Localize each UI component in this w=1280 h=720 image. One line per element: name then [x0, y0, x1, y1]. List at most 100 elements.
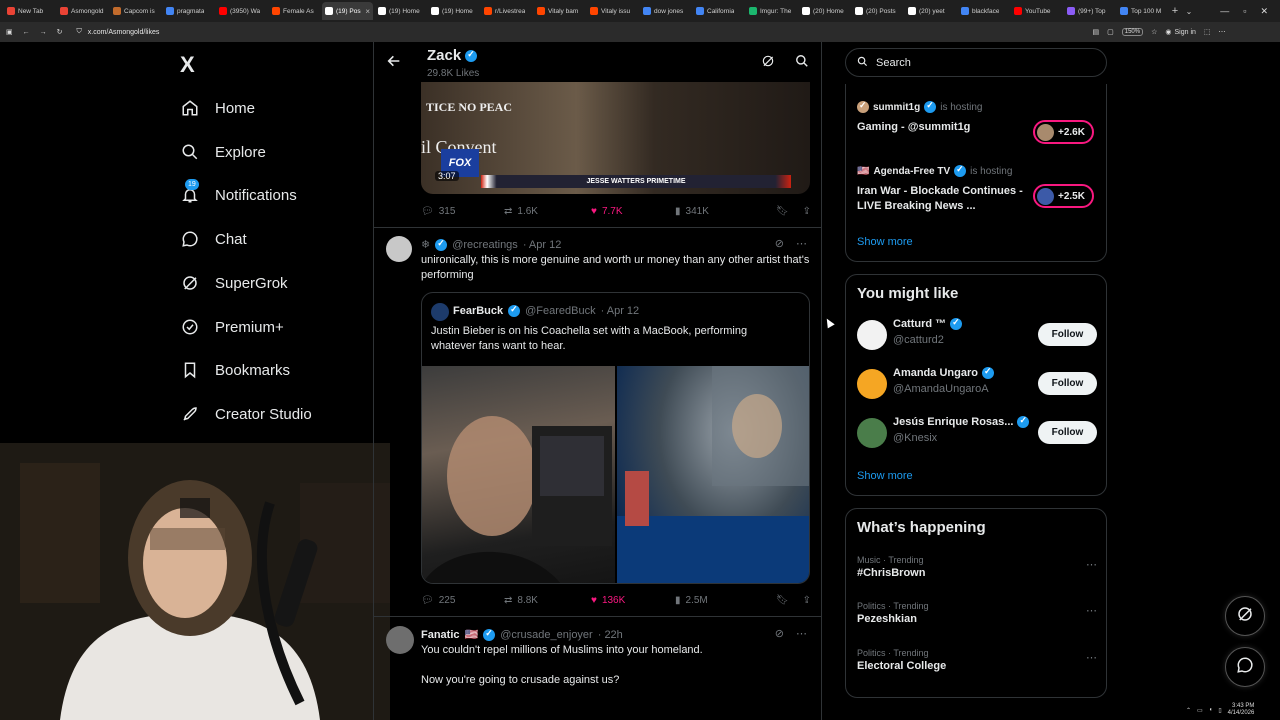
quote-image-2[interactable]: [617, 366, 809, 583]
maximize-icon[interactable]: ▫: [1243, 6, 1246, 17]
quote-image-1[interactable]: [422, 366, 615, 583]
more-icon[interactable]: ⋯: [1086, 651, 1097, 664]
grok-icon[interactable]: [761, 54, 775, 73]
sign-in-button[interactable]: ◉ Sign in: [1165, 28, 1196, 37]
follow-suggestion[interactable]: Amanda Ungaro @AmandaUngaroA Follow: [857, 365, 1097, 405]
sidebar-item-creator-studio[interactable]: Creator Studio: [180, 399, 312, 429]
grok-fab-button[interactable]: [1225, 596, 1265, 636]
search-input[interactable]: Search: [845, 48, 1107, 77]
space-listeners[interactable]: +2.5K: [1033, 184, 1094, 208]
forward-icon[interactable]: →: [40, 29, 47, 36]
more-icon[interactable]: ⋯: [1219, 28, 1226, 36]
messages-fab-button[interactable]: [1225, 647, 1265, 687]
browser-tab[interactable]: (20) Home: [799, 2, 850, 20]
battery-icon[interactable]: ▯: [1218, 707, 1221, 714]
browser-tab[interactable]: (19) Pos ×: [322, 2, 373, 20]
close-tab-icon[interactable]: ×: [365, 7, 370, 16]
browser-tab[interactable]: (20) Posts: [852, 2, 903, 20]
browser-tab[interactable]: Asmongold: [57, 2, 108, 20]
avatar[interactable]: [386, 236, 412, 262]
views-button[interactable]: ▮ 341K: [675, 206, 709, 217]
back-arrow-icon[interactable]: [386, 53, 402, 74]
like-button[interactable]: ♥ 136K: [591, 595, 675, 606]
tweet-handle[interactable]: @recreatings: [452, 239, 518, 251]
reader-icon[interactable]: ▤: [1093, 28, 1100, 36]
browser-tab[interactable]: Vitaly issu: [587, 2, 638, 20]
more-icon[interactable]: ⋯: [796, 237, 807, 250]
grok-icon[interactable]: ⊘: [775, 237, 784, 250]
browser-tab[interactable]: Female As: [269, 2, 320, 20]
favorite-icon[interactable]: ☆: [1151, 28, 1157, 36]
browser-tab[interactable]: (20) yeet: [905, 2, 956, 20]
follow-suggestion[interactable]: Catturd ™ @catturd2 Follow: [857, 316, 1097, 356]
bookmark-icon[interactable]: 🔖︎: [776, 206, 789, 217]
new-tab-button[interactable]: +: [1168, 5, 1182, 17]
share-icon[interactable]: ⇪: [803, 206, 811, 217]
browser-tab[interactable]: (99+) Top: [1064, 2, 1115, 20]
space-title[interactable]: Iran War - Blockade Continues - LIVE Bre…: [857, 184, 1027, 214]
trend-item[interactable]: Music · Trending #ChrisBrown ⋯: [857, 555, 1097, 579]
browser-tab[interactable]: (19) Home: [375, 2, 426, 20]
tray-arrow-icon[interactable]: ⌃: [1186, 707, 1191, 714]
space-title[interactable]: Gaming - @summit1g: [857, 120, 1027, 135]
like-button[interactable]: ♥ 7.7K: [591, 206, 675, 217]
browser-tab[interactable]: New Tab: [4, 2, 55, 20]
clock[interactable]: 3:43 PM 4/14/2026: [1228, 703, 1255, 717]
tweet-name[interactable]: Fanatic: [421, 629, 460, 641]
network-icon[interactable]: ▭: [1197, 707, 1203, 714]
follow-suggestion[interactable]: Jesús Enrique Rosas... @Knesix Follow: [857, 414, 1097, 454]
reply-button[interactable]: 💬︎ 315: [421, 206, 504, 217]
sidebar-item-premium[interactable]: Premium+: [180, 312, 284, 342]
grok-icon[interactable]: ⊘: [775, 627, 784, 640]
quoted-tweet[interactable]: FearBuck @FearedBuck · Apr 12 Justin Bie…: [421, 292, 810, 584]
site-info-icon[interactable]: ⛉: [77, 28, 82, 36]
trend-item[interactable]: Politics · Trending Electoral College ⋯: [857, 648, 1097, 672]
x-logo[interactable]: X: [180, 52, 195, 78]
volume-icon[interactable]: ◖: [1209, 707, 1213, 713]
minimize-icon[interactable]: —: [1220, 6, 1229, 17]
browser-tab[interactable]: YouTube: [1011, 2, 1062, 20]
browser-tab[interactable]: (3950) Wa: [216, 2, 267, 20]
follow-button[interactable]: Follow: [1038, 421, 1097, 444]
browser-tab[interactable]: (19) Home: [428, 2, 479, 20]
sidebar-item-explore[interactable]: Explore: [180, 137, 266, 167]
repost-button[interactable]: ⇄ 1.6K: [504, 206, 591, 217]
more-icon[interactable]: ⋯: [796, 627, 807, 640]
browser-tab[interactable]: Top 100 M: [1117, 2, 1168, 20]
share-icon[interactable]: ⇪: [803, 595, 811, 606]
screenshot-icon[interactable]: ▢: [1107, 28, 1114, 36]
tweet-date[interactable]: · Apr 12: [523, 239, 562, 251]
space-listeners[interactable]: +2.6K: [1033, 120, 1094, 144]
video-thumbnail[interactable]: TICE NO PEAC il Convent FOX 3:07 JESSE W…: [421, 82, 810, 194]
bookmark-icon[interactable]: 🔖︎: [776, 595, 789, 606]
browser-tab[interactable]: blackface: [958, 2, 1009, 20]
sidebar-item-bookmarks[interactable]: Bookmarks: [180, 355, 290, 385]
zoom-level[interactable]: 150%: [1121, 28, 1144, 36]
follow-button[interactable]: Follow: [1038, 323, 1097, 346]
search-icon[interactable]: [795, 54, 809, 73]
show-more-link[interactable]: Show more: [857, 236, 913, 248]
tab-search-icon[interactable]: ⌄: [1182, 7, 1196, 16]
browser-tab[interactable]: Capcom is: [110, 2, 161, 20]
browser-tab[interactable]: California: [693, 2, 744, 20]
avatar[interactable]: [386, 626, 414, 654]
tweet-date[interactable]: · 22h: [598, 629, 623, 641]
sidebar-item-home[interactable]: Home: [180, 93, 255, 123]
sidebar-item-chat[interactable]: Chat: [180, 224, 247, 254]
reload-icon[interactable]: ↻: [57, 28, 63, 36]
tweet-handle[interactable]: @crusade_enjoyer: [500, 629, 593, 641]
more-icon[interactable]: ⋯: [1086, 558, 1097, 571]
repost-button[interactable]: ⇄ 8.8K: [504, 595, 591, 606]
more-icon[interactable]: ⋯: [1086, 604, 1097, 617]
show-more-link[interactable]: Show more: [857, 470, 913, 482]
trend-item[interactable]: Politics · Trending Pezeshkian ⋯: [857, 601, 1097, 625]
back-icon[interactable]: ←: [23, 29, 30, 36]
follow-button[interactable]: Follow: [1038, 372, 1097, 395]
url-field[interactable]: ⛉ x.com/Asmongold/likes: [73, 25, 1083, 39]
space-host[interactable]: 🇺🇸Agenda-Free TV is hosting: [857, 164, 1012, 177]
extensions-icon[interactable]: ⬚: [1204, 28, 1211, 36]
browser-tab[interactable]: Imgur: The: [746, 2, 797, 20]
sidebar-toggle-icon[interactable]: ▣: [6, 28, 13, 36]
browser-tab[interactable]: dow jones: [640, 2, 691, 20]
sidebar-item-notifications[interactable]: 19 Notifications: [180, 179, 297, 210]
